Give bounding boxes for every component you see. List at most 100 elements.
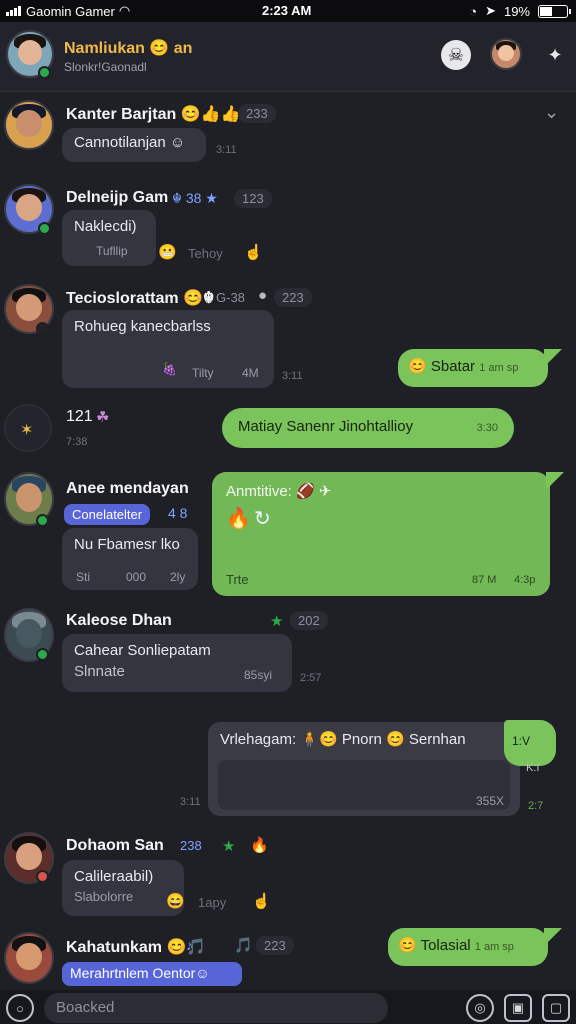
own-message-bubble[interactable]: 😊 Tolasial 1 am sp xyxy=(388,928,562,966)
message-meta: 1 am sp xyxy=(474,941,514,953)
status-bar: Gaomin Gamer ◠ 2:23 AM ◔ ➤ 19% xyxy=(0,0,576,22)
fire-icon: 🔥 xyxy=(226,508,251,530)
note-icon: ♪ xyxy=(186,937,193,953)
role-pill[interactable]: Merahrtnlem Oentor☺ xyxy=(62,962,242,986)
clock: 2:23 AM xyxy=(262,3,312,18)
battery-percent: 19% xyxy=(503,3,530,19)
online-badge xyxy=(38,66,51,79)
own-message-bubble[interactable]: 😊 Sbatar 1 am sp xyxy=(398,349,562,387)
own-message-bubble[interactable]: Matiay Sanenr Jinohtallioy 3:30 xyxy=(222,408,514,448)
message-text: Matiay Sanenr Jinohtallioy xyxy=(238,418,414,435)
collapse-icon[interactable]: ⌄ xyxy=(544,102,559,123)
message-text-2: Slabolorre xyxy=(74,889,134,904)
message-meta: Tufllip xyxy=(96,244,128,258)
smile-icon: 😊 xyxy=(408,358,427,375)
message-input[interactable]: Boacked xyxy=(44,993,388,1023)
sender-name[interactable]: Dohaom San xyxy=(66,837,164,855)
sender-name[interactable]: Delneijp Gam xyxy=(66,189,168,207)
add-icon[interactable]: ○ xyxy=(6,994,34,1022)
onion-icon: ☘ xyxy=(96,409,110,426)
message-meta: Trte xyxy=(226,572,249,587)
channel-subtitle: Slonkr!Gaonadl xyxy=(64,60,147,74)
sender-name[interactable]: Kaleose Dhan xyxy=(66,612,172,630)
status-right: ◔ ➤ 19% xyxy=(469,3,571,19)
gif-icon[interactable]: ◎ xyxy=(466,994,494,1022)
message-bubble[interactable]: Cahear Sonliepatam Slnnate 85syi xyxy=(62,634,292,692)
message-text: Tolasial xyxy=(420,937,471,954)
user-tag: 223 xyxy=(274,288,312,307)
message-meta-2: 000 xyxy=(126,570,147,584)
side-time-2: K:I xyxy=(526,762,540,774)
wifi-icon: ◠ xyxy=(118,3,131,18)
message-meta: 355X xyxy=(476,794,505,808)
timestamp: 1apy xyxy=(198,895,227,910)
spin-icon: ↻ xyxy=(254,508,271,530)
message-text: Vrlehagam: 🧍😊 Pnorn 😊 Sernhan xyxy=(220,731,466,748)
star-icon: ★ xyxy=(222,838,236,855)
avatar[interactable] xyxy=(4,932,54,984)
timestamp: 3:11 xyxy=(216,144,237,156)
online-badge xyxy=(36,514,49,527)
camera-icon[interactable]: ▣ xyxy=(504,994,532,1022)
reaction-icon[interactable]: ☝ xyxy=(244,243,263,261)
message-meta-3: 2ly xyxy=(170,570,186,584)
status-left: Gaomin Gamer ◠ xyxy=(6,3,130,19)
avatar[interactable]: ✶ xyxy=(4,404,52,452)
message-attachment xyxy=(218,760,510,810)
sender-name[interactable]: Tecioslorattam 😊☬ xyxy=(66,288,214,308)
user-tag: 238 xyxy=(180,838,202,853)
gallery-icon[interactable]: ▢ xyxy=(542,994,570,1022)
message-meta-2: 87 M xyxy=(472,574,497,586)
message-text: Naklecdi) xyxy=(74,218,137,235)
counter: 121 xyxy=(66,408,93,425)
message-bubble[interactable]: Rohueg kanecbarlss 🍇 Tilty 4M xyxy=(62,310,274,388)
message-meta: Sti xyxy=(76,570,91,584)
dot-icon: ● xyxy=(258,287,268,304)
sender-name[interactable]: Anee mendayan xyxy=(66,480,189,498)
channel-title: Namliukan 😊 an xyxy=(64,40,193,57)
own-message-card[interactable]: Vrlehagam: 🧍😊 Pnorn 😊 Sernhan 355X xyxy=(208,722,520,816)
reaction-chips: 4 8 xyxy=(168,505,188,521)
fire-icon: 🔥 xyxy=(250,837,269,854)
user-tag: 123 xyxy=(234,189,272,208)
message-bubble[interactable]: Nu Fbamesr lko Sti 000 2ly xyxy=(62,528,198,590)
message-bubble[interactable]: Cannotilanjan ☺ xyxy=(62,128,206,162)
carrier-label: Gaomin Gamer xyxy=(26,3,115,19)
sender-name[interactable]: Kanter Barjtan 😊👍👍 xyxy=(66,104,240,124)
member-avatar[interactable] xyxy=(490,38,522,70)
side-time: 1:V xyxy=(512,734,531,748)
avatar[interactable] xyxy=(4,100,54,150)
star-icon: ★ xyxy=(270,613,284,630)
timestamp: Tehoy xyxy=(188,246,223,261)
timestamp: 3:11 xyxy=(180,796,201,808)
user-extra: G-38 xyxy=(216,290,245,305)
message-text: Cahear Sonliepatam xyxy=(74,642,211,659)
smile-icon[interactable]: 😄 xyxy=(166,892,185,910)
message-text: Nu Fbamesr lko xyxy=(74,536,180,553)
signal-icon xyxy=(6,6,22,16)
timestamp-2: 2:7 xyxy=(528,800,544,812)
message-meta: 85syi xyxy=(244,668,273,682)
message-text: Cannotilanjan ☺ xyxy=(74,134,186,151)
role-pill[interactable]: Conelatelter xyxy=(64,504,151,525)
composer-bar: ○ Boacked ◎ ▣ ▢ xyxy=(0,990,576,1024)
smile-icon: 😊 xyxy=(398,937,417,954)
reaction-icon[interactable]: ☝ xyxy=(252,892,271,910)
own-message-bubble[interactable]: Anmtitive: 🏈 ✈ 🔥 ↻ Trte 87 M 4:3p xyxy=(212,472,564,596)
settings-icon[interactable]: ✦ xyxy=(540,40,570,70)
grin-icon[interactable]: 😬 xyxy=(158,243,177,261)
message-bubble[interactable]: Naklecdi) Tufllip xyxy=(62,210,156,266)
status-badge xyxy=(36,870,49,883)
battery-icon xyxy=(538,4,571,18)
message-text: Anmtitive: 🏈 ✈ xyxy=(226,483,332,500)
message-text: Rohueg kanecbarlss xyxy=(74,318,211,335)
message-meta-2: 4M xyxy=(242,366,259,380)
online-badge xyxy=(36,648,49,661)
grape-icon: 🍇 xyxy=(162,362,177,376)
status-badge xyxy=(36,322,49,335)
chat-header: Namliukan 😊 an Slonkr!Gaonadl ☠ ✦ xyxy=(0,22,576,92)
message-text: Calileraabil) xyxy=(74,868,154,885)
skull-icon[interactable]: ☠ xyxy=(441,40,471,70)
user-tag: 233 xyxy=(238,104,276,123)
user-tag: 202 xyxy=(290,611,328,630)
